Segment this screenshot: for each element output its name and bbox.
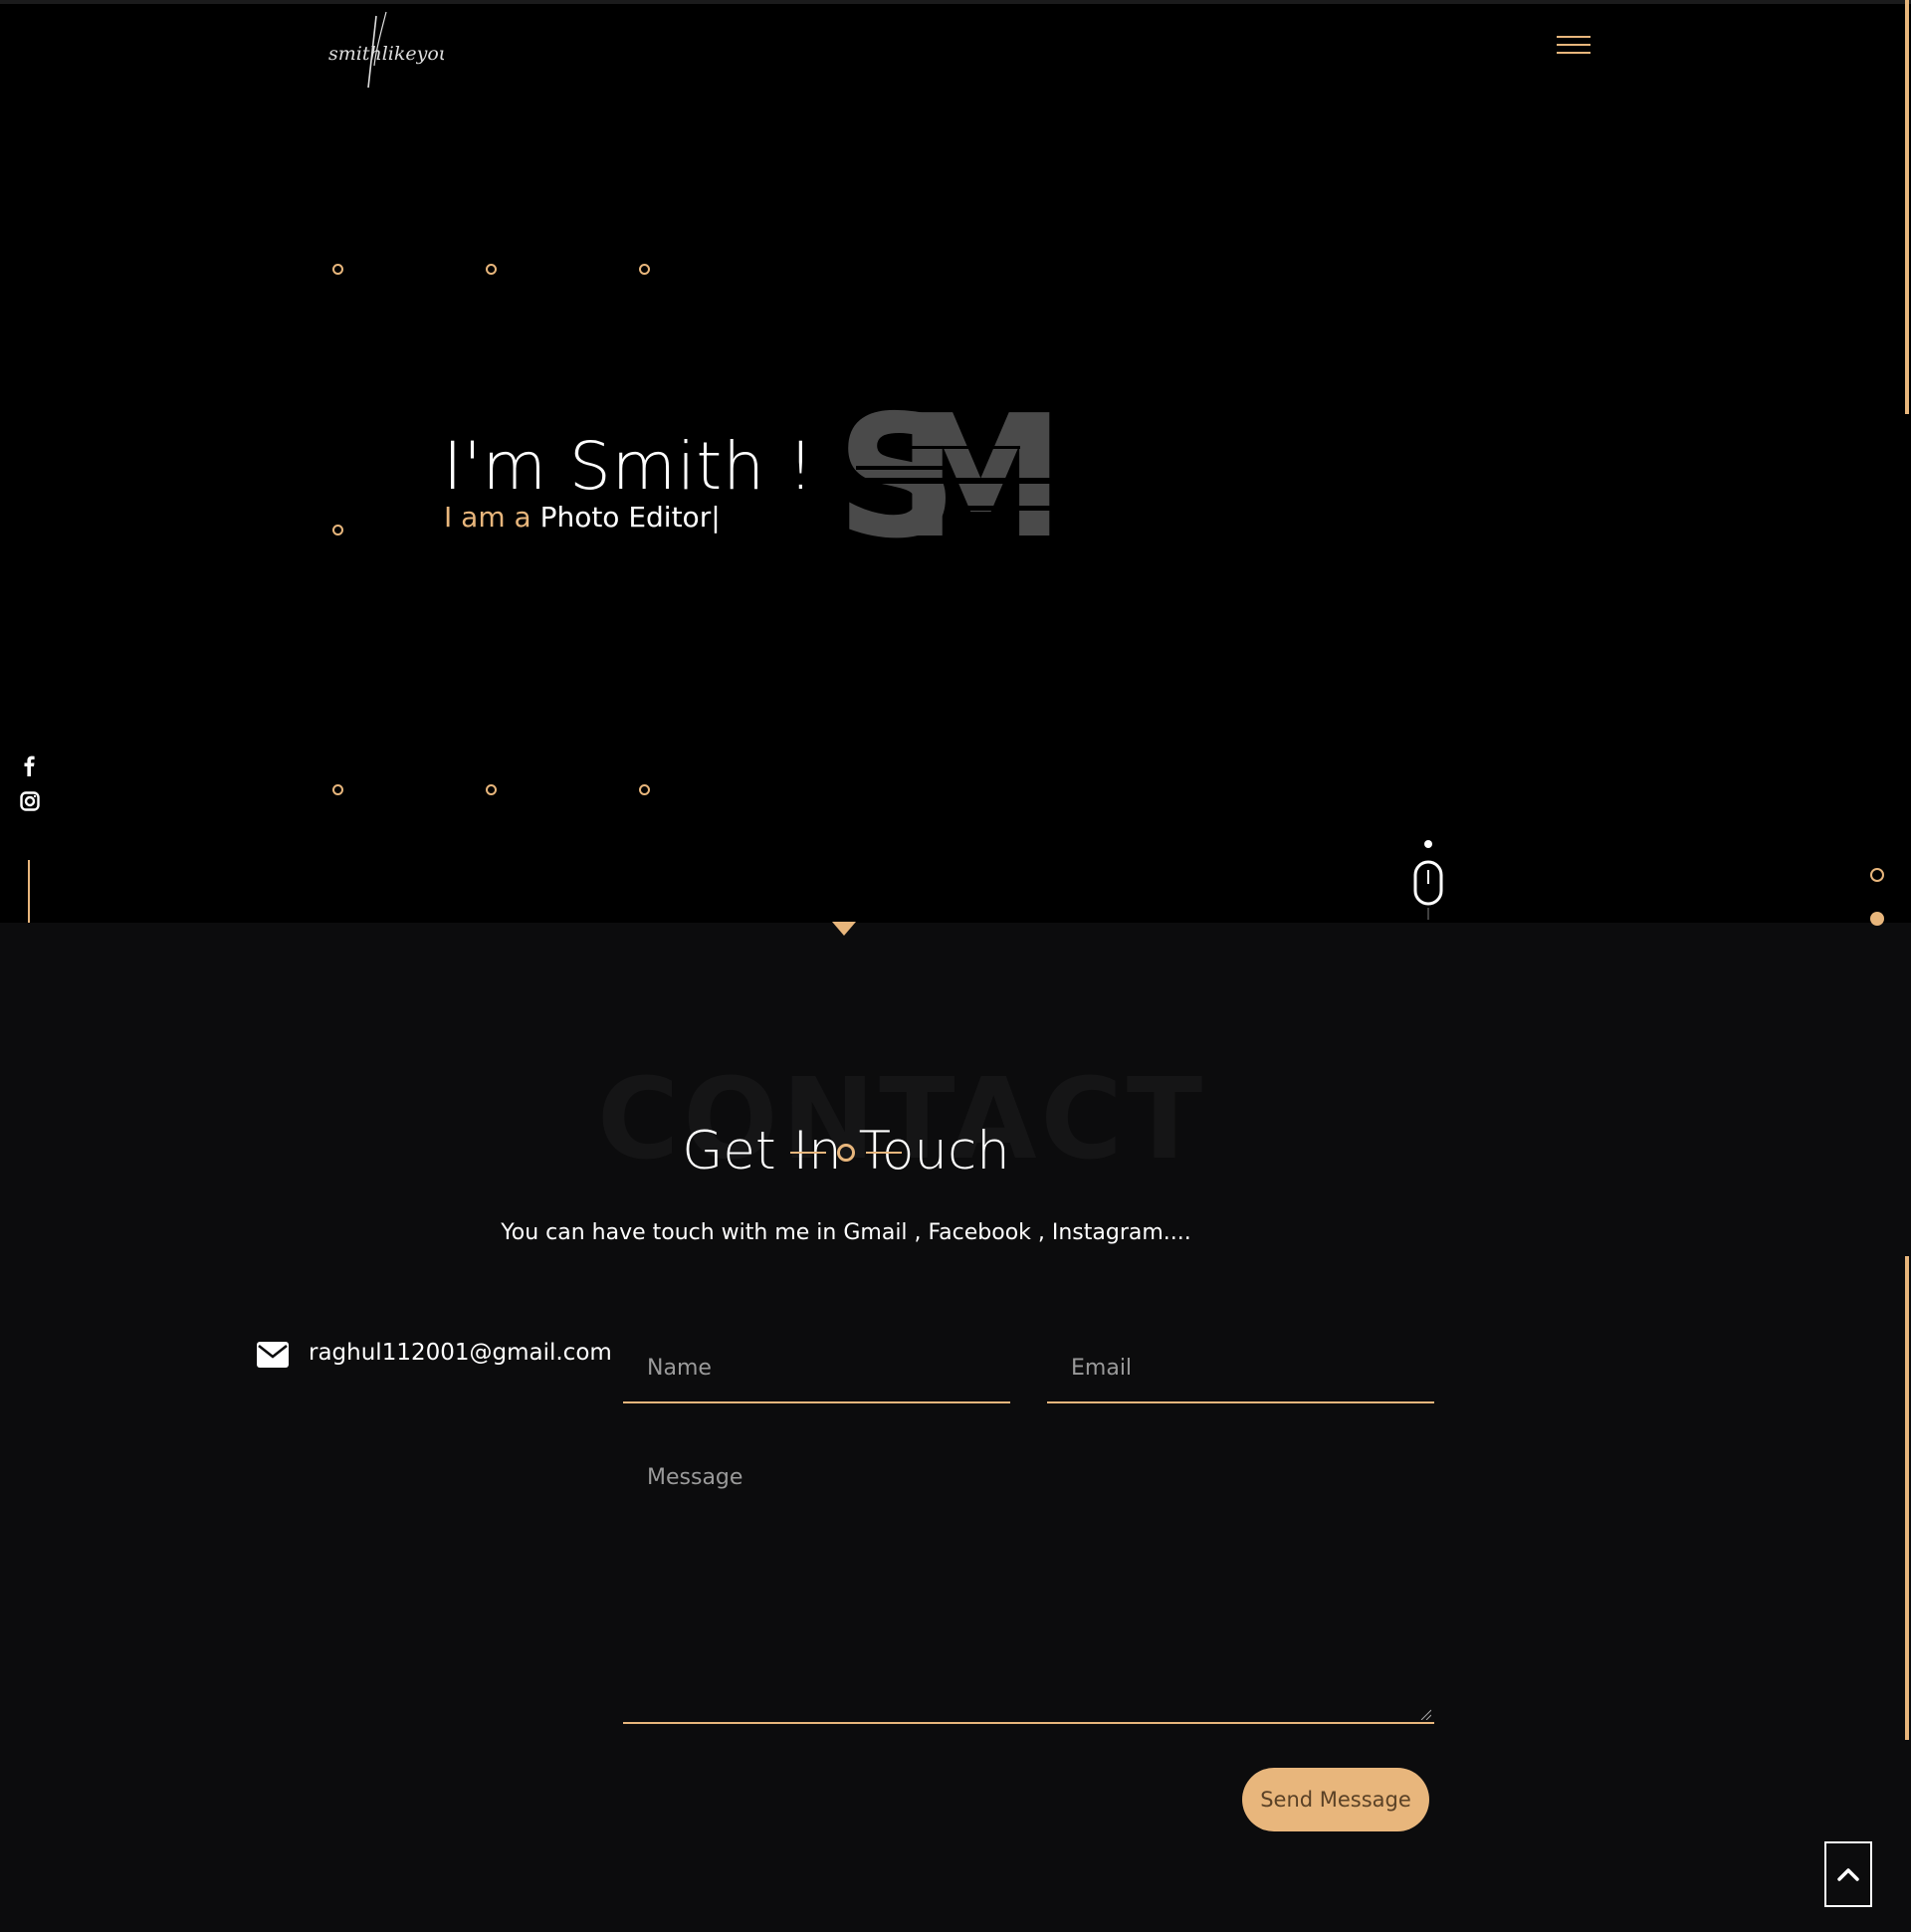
chevron-up-icon bbox=[1837, 1868, 1859, 1881]
send-message-button[interactable]: Send Message bbox=[1242, 1768, 1429, 1831]
back-to-top-button[interactable] bbox=[1824, 1841, 1872, 1907]
hamburger-menu-button[interactable] bbox=[1557, 36, 1591, 56]
svg-text:smithlikeyou: smithlikeyou bbox=[328, 43, 444, 65]
facebook-icon[interactable] bbox=[20, 754, 38, 776]
top-border bbox=[0, 0, 1911, 4]
decor-ring bbox=[332, 784, 343, 795]
contact-description: You can have touch with me in Gmail , Fa… bbox=[501, 1220, 1191, 1245]
decor-ring bbox=[639, 264, 650, 275]
hero-subtitle-role: Photo Editor bbox=[539, 501, 712, 534]
instagram-icon[interactable] bbox=[20, 791, 40, 811]
slide-indicator-dot[interactable] bbox=[1870, 868, 1884, 882]
sm-monogram: SM bbox=[826, 386, 1075, 545]
scrollbar-thumb-lower[interactable] bbox=[1905, 1256, 1909, 1740]
decor-ring bbox=[486, 784, 497, 795]
decor-ring bbox=[332, 264, 343, 275]
envelope-icon bbox=[257, 1342, 289, 1368]
title-divider bbox=[790, 1143, 904, 1163]
name-input[interactable] bbox=[623, 1334, 1010, 1403]
brand-logo[interactable]: smithlikeyou bbox=[324, 8, 444, 92]
hero-title: I'm Smith ! bbox=[443, 428, 815, 506]
hero-subtitle-lead: I am a bbox=[444, 501, 540, 534]
contact-email-link[interactable]: raghul112001@gmail.com bbox=[309, 1340, 612, 1366]
decor-ring bbox=[639, 784, 650, 795]
decor-ring bbox=[332, 525, 343, 536]
resize-grip-icon[interactable] bbox=[1419, 1708, 1431, 1720]
hero-section: smithlikeyou I'm Smith ! I am a Photo Ed… bbox=[0, 0, 1911, 926]
decor-ring bbox=[486, 264, 497, 275]
scrollbar-thumb[interactable] bbox=[1905, 0, 1909, 414]
email-input[interactable] bbox=[1047, 1334, 1434, 1403]
typing-cursor: | bbox=[711, 501, 721, 534]
hero-subtitle: I am a Photo Editor| bbox=[444, 501, 721, 534]
slide-indicator-dot-active[interactable] bbox=[1870, 912, 1884, 926]
hamburger-icon bbox=[1557, 36, 1591, 38]
social-line bbox=[28, 860, 30, 923]
message-textarea[interactable] bbox=[623, 1455, 1434, 1724]
mouse-scroll-icon[interactable] bbox=[1411, 840, 1445, 920]
section-arrow-icon bbox=[832, 922, 856, 936]
